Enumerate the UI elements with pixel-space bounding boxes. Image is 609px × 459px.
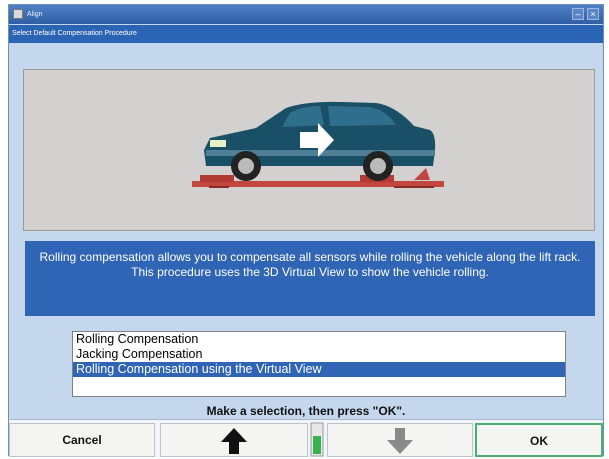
arrow-down-icon <box>387 428 413 454</box>
selection-prompt: Make a selection, then press "OK". <box>206 404 406 418</box>
window-title: Align <box>27 11 43 18</box>
app-window: Align – × Select Default Compensation Pr… <box>8 4 604 457</box>
minimize-button[interactable]: – <box>572 8 584 20</box>
cancel-button[interactable]: Cancel <box>9 423 155 457</box>
softkey-bar: Cancel OK <box>9 419 603 457</box>
vehicle-on-lift-illustration <box>192 101 444 188</box>
list-item[interactable]: Rolling Compensation <box>73 332 565 347</box>
down-button[interactable] <box>327 423 473 457</box>
list-item-selected[interactable]: Rolling Compensation using the Virtual V… <box>73 362 565 377</box>
up-button[interactable] <box>160 423 308 457</box>
list-item[interactable]: Jacking Compensation <box>73 347 565 362</box>
compensation-listbox[interactable]: Rolling Compensation Jacking Compensatio… <box>72 331 566 397</box>
vehicle-illustration-panel <box>23 69 595 231</box>
app-icon <box>13 9 23 19</box>
close-button[interactable]: × <box>587 8 599 20</box>
ok-button[interactable]: OK <box>475 423 603 457</box>
status-indicator-icon <box>310 422 324 457</box>
title-bar: Align – × <box>9 5 603 24</box>
procedure-description: Rolling compensation allows you to compe… <box>25 241 595 316</box>
lift-rack-graphic <box>192 168 444 188</box>
arrow-up-icon <box>221 428 247 454</box>
procedure-header: Select Default Compensation Procedure <box>9 25 603 43</box>
